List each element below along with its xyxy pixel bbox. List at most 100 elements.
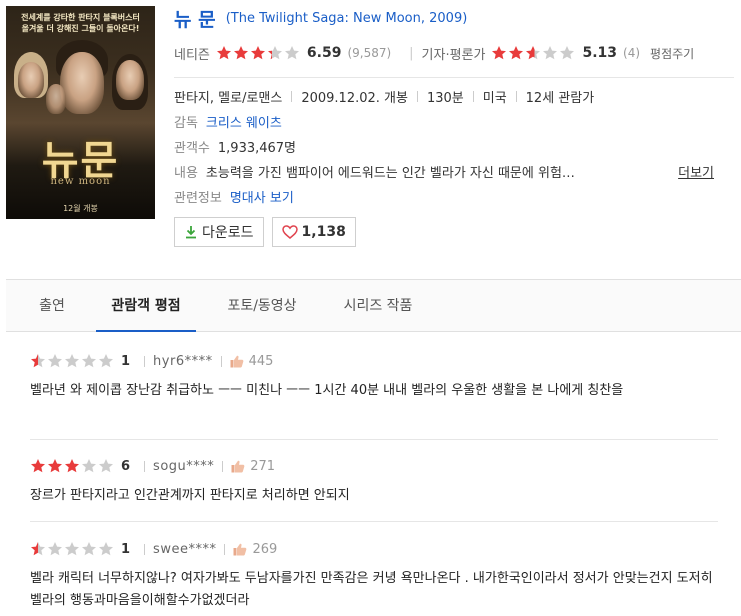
country: 미국 bbox=[482, 90, 507, 106]
star-icon bbox=[30, 541, 46, 557]
rate-link[interactable]: 평점주기 bbox=[650, 45, 694, 62]
netizen-score: 6.59 bbox=[306, 45, 342, 61]
download-button[interactable]: 다운로드 bbox=[174, 217, 264, 247]
review-like-button[interactable]: 269 bbox=[233, 542, 277, 557]
rating-row: 네티즌 6.59 (9,587) | 기자·평론가 5.13 (4) 평점주기 bbox=[174, 43, 694, 63]
review-separator bbox=[224, 543, 226, 555]
director-link[interactable]: 크리스 웨이츠 bbox=[206, 112, 282, 131]
review-divider bbox=[30, 439, 718, 440]
star-icon bbox=[47, 458, 63, 474]
tab-bar: 출연 관람객 평점 포토/동영상 시리즈 작품 bbox=[6, 279, 741, 332]
review-item: 1 hyr6**** 445 벨라년 와 제이콥 장난감 취급하노 ㅡㅡ 미친나… bbox=[30, 351, 720, 402]
review-separator bbox=[222, 460, 224, 472]
star-icon bbox=[98, 541, 114, 557]
review-stars bbox=[30, 458, 115, 474]
star-icon bbox=[64, 458, 80, 474]
audience-label: 관객수 bbox=[174, 140, 210, 156]
star-icon bbox=[267, 45, 283, 61]
meta-separator bbox=[472, 90, 474, 102]
review-text: 장르가 판타지라고 인간관계까지 판타지로 처리하면 안되지 bbox=[30, 488, 350, 503]
meta-audience: 관객수 1,933,467명 bbox=[174, 136, 296, 156]
like-count: 1,138 bbox=[301, 224, 346, 240]
star-icon bbox=[250, 45, 266, 61]
release-date: 2009.12.02. 개봉 bbox=[301, 90, 408, 106]
review-stars bbox=[30, 353, 115, 369]
review-like-button[interactable]: 271 bbox=[231, 459, 275, 474]
meta-separator bbox=[416, 90, 418, 102]
action-buttons: 다운로드 1,138 bbox=[174, 217, 356, 247]
rating-separator: | bbox=[409, 45, 414, 61]
download-label: 다운로드 bbox=[202, 225, 254, 241]
title-row: 뉴 문 (The Twilight Saga: New Moon, 2009) bbox=[174, 5, 467, 31]
critic-score: 5.13 bbox=[582, 45, 618, 61]
review-like-count: 271 bbox=[250, 458, 276, 474]
meta-related: 관련정보 명대사 보기 bbox=[174, 186, 294, 206]
thumbs-up-icon bbox=[231, 460, 245, 473]
star-icon bbox=[233, 45, 249, 61]
review-user[interactable]: hyr6**** bbox=[153, 354, 213, 369]
review-item: 6 sogu**** 271 장르가 판타지라고 인간관계까지 판타지로 처리하… bbox=[30, 456, 720, 507]
meta-separator bbox=[515, 90, 517, 102]
poster-tagline-line-1: 전세계를 강타한 판타지 블록버스터 bbox=[21, 13, 140, 22]
review-header: 6 sogu**** 271 bbox=[30, 456, 720, 476]
meta-plot: 내용 초능력을 가진 뱀파이어 에드워드는 인간 벨라가 자신 때문에 위험… … bbox=[174, 161, 734, 181]
star-icon bbox=[81, 458, 97, 474]
critic-count: (4) bbox=[623, 46, 641, 60]
critic-stars bbox=[491, 45, 576, 61]
star-icon bbox=[491, 45, 507, 61]
plot-summary: 초능력을 가진 뱀파이어 에드워드는 인간 벨라가 자신 때문에 위험… bbox=[205, 165, 575, 181]
review-like-count: 269 bbox=[252, 541, 278, 557]
star-icon bbox=[98, 458, 114, 474]
star-icon bbox=[98, 353, 114, 369]
review-separator bbox=[144, 543, 146, 555]
quotes-link[interactable]: 명대사 보기 bbox=[230, 187, 294, 206]
star-icon bbox=[284, 45, 300, 61]
thumbs-up-icon bbox=[233, 543, 247, 556]
review-item: 1 swee**** 269 벨라 캐릭터 너무하지않나? 여자가봐도 두남자를… bbox=[30, 539, 720, 612]
review-text: 벨라년 와 제이콥 장난감 취급하노 ㅡㅡ 미친나 ㅡㅡ 1시간 40분 내내 … bbox=[30, 383, 624, 398]
netizen-label: 네티즌 bbox=[174, 47, 210, 63]
related-label: 관련정보 bbox=[174, 190, 222, 206]
review-like-button[interactable]: 445 bbox=[230, 353, 274, 369]
netizen-count: (9,587) bbox=[347, 46, 392, 60]
review-user[interactable]: swee**** bbox=[153, 542, 216, 557]
poster-release: 12월 개봉 bbox=[63, 204, 98, 213]
star-icon bbox=[64, 541, 80, 557]
star-icon bbox=[525, 45, 541, 61]
thumbs-up-icon bbox=[230, 355, 244, 368]
review-score: 1 bbox=[121, 541, 131, 557]
info-divider bbox=[174, 77, 734, 78]
like-button[interactable]: 1,138 bbox=[271, 217, 356, 247]
movie-title[interactable]: 뉴 문 bbox=[174, 9, 216, 31]
poster-characters bbox=[12, 40, 149, 130]
tab-audience-rating[interactable]: 관람객 평점 bbox=[96, 280, 196, 332]
review-stars bbox=[30, 541, 115, 557]
review-header: 1 hyr6**** 445 bbox=[30, 351, 720, 371]
more-link[interactable]: 더보기 bbox=[678, 162, 714, 181]
poster-tagline: 전세계를 강타한 판타지 블록버스터 올겨울 더 강해진 그들이 돌아온다! bbox=[6, 12, 155, 34]
review-user[interactable]: sogu**** bbox=[153, 459, 214, 474]
star-icon bbox=[30, 353, 46, 369]
review-text: 벨라 캐릭터 너무하지않나? 여자가봐도 두남자를가진 만족감은 커녕 욕만나온… bbox=[30, 571, 713, 608]
star-icon bbox=[81, 353, 97, 369]
star-icon bbox=[559, 45, 575, 61]
star-icon bbox=[216, 45, 232, 61]
movie-poster[interactable]: 전세계를 강타한 판타지 블록버스터 올겨울 더 강해진 그들이 돌아온다! 뉴… bbox=[6, 6, 155, 219]
download-icon bbox=[184, 225, 198, 239]
meta-separator bbox=[291, 90, 293, 102]
age-rating: 12세 관람가 bbox=[525, 90, 595, 106]
tab-series[interactable]: 시리즈 작품 bbox=[332, 280, 424, 332]
meta-basic: 판타지, 멜로/로맨스 2009.12.02. 개봉 130분 미국 12세 관… bbox=[174, 86, 594, 106]
star-icon bbox=[47, 353, 63, 369]
review-header: 1 swee**** 269 bbox=[30, 539, 720, 559]
plot-label: 내용 bbox=[174, 165, 198, 181]
review-score: 6 bbox=[121, 458, 131, 474]
critic-label: 기자·평론가 bbox=[421, 47, 486, 63]
review-like-count: 445 bbox=[248, 353, 274, 369]
tab-cast[interactable]: 출연 bbox=[24, 280, 80, 332]
netizen-stars bbox=[216, 45, 301, 61]
poster-tagline-line-2: 올겨울 더 강해진 그들이 돌아온다! bbox=[21, 24, 140, 33]
star-icon bbox=[64, 353, 80, 369]
tab-photo-video[interactable]: 포토/동영상 bbox=[216, 280, 308, 332]
review-score: 1 bbox=[121, 353, 131, 369]
